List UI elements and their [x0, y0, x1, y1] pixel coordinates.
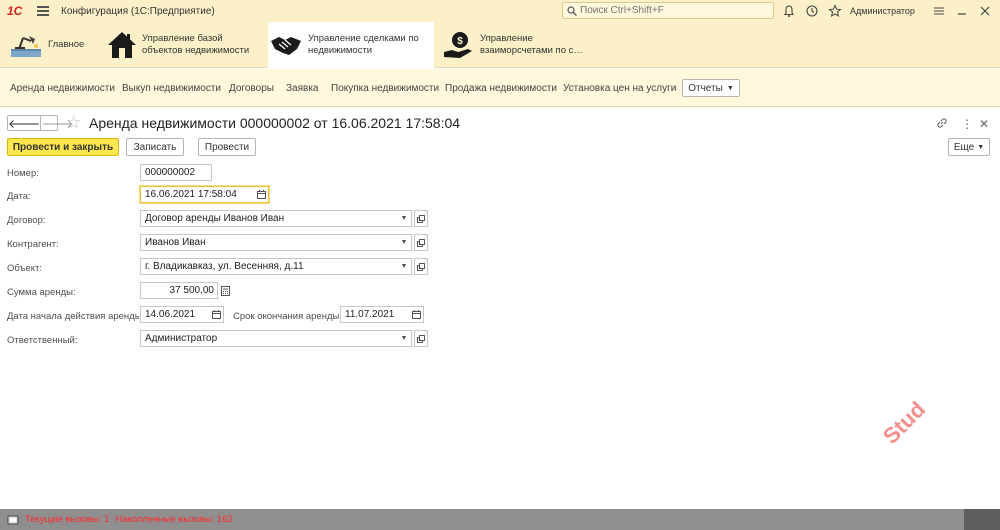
responsible-label: Ответственный: [7, 335, 78, 346]
rent-sum-label: Сумма аренды: [7, 287, 76, 298]
house-icon [106, 27, 138, 63]
object-field[interactable]: г. Владикавказ, ул. Весенняя, д.11 ▼ [140, 258, 412, 275]
end-date-value: 11.07.2021 [345, 309, 395, 320]
favorite-star-icon[interactable]: ☆ [66, 114, 81, 131]
counterparty-field[interactable]: Иванов Иван ▼ [140, 234, 412, 251]
dropdown-arrow-icon[interactable]: ▼ [397, 331, 411, 346]
dropdown-arrow-icon[interactable]: ▼ [397, 235, 411, 250]
chevron-down-icon: ▼ [977, 143, 985, 151]
func-item-rent[interactable]: Аренда недвижимости [10, 83, 115, 94]
calendar-icon[interactable] [254, 187, 268, 202]
form-title: Аренда недвижимости 000000002 от 16.06.2… [89, 115, 461, 131]
object-label: Объект: [7, 263, 42, 274]
responsible-value: Администратор [145, 333, 218, 344]
responsible-field[interactable]: Администратор ▼ [140, 330, 412, 347]
status-bar: Текущие вызовы: 1 Накопленные вызовы: 16… [0, 509, 1000, 530]
counterparty-value: Иванов Иван [145, 237, 206, 248]
hand-money-icon: $ [440, 27, 476, 63]
app-title: Конфигурация (1С:Предприятие) [61, 5, 215, 17]
favorites-star-icon[interactable] [828, 4, 842, 18]
current-calls: Текущие вызовы: 1 [25, 514, 110, 525]
end-date-field[interactable]: 11.07.2021 [340, 306, 424, 323]
section-main-label: Главное [48, 39, 85, 50]
open-object-icon[interactable] [414, 258, 428, 275]
1c-logo: 1С [7, 4, 29, 18]
bell-icon[interactable] [782, 4, 796, 18]
title-bar: 1С Конфигурация (1С:Предприятие) Админис… [0, 0, 1000, 22]
start-date-value: 14.06.2021 [145, 309, 196, 320]
calculator-icon[interactable] [218, 282, 232, 299]
date-label: Дата: [7, 191, 31, 202]
start-date-label: Дата начала действия аренды: [7, 311, 145, 322]
rent-sum-field[interactable]: 37 500,00 [140, 282, 218, 299]
number-field[interactable]: 000000002 [140, 164, 212, 181]
minimize-icon[interactable] [955, 4, 969, 18]
section-property-base-label: Управление базой объектов недвижимости [142, 33, 250, 56]
svg-text:$: $ [457, 36, 463, 47]
func-item-buyout[interactable]: Выкуп недвижимости [122, 83, 221, 94]
end-date-label: Срок окончания аренды: [233, 311, 342, 322]
open-contract-icon[interactable] [414, 210, 428, 227]
chevron-down-icon: ▼ [726, 84, 734, 92]
object-value: г. Владикавказ, ул. Весенняя, д.11 [145, 261, 304, 272]
desk-lamp-icon [8, 27, 44, 63]
username[interactable]: Администратор [850, 6, 915, 16]
history-icon[interactable] [805, 4, 819, 18]
function-panel: Аренда недвижимости Выкуп недвижимости Д… [0, 69, 1000, 107]
search-icon [567, 5, 577, 16]
sections-panel: Главное Управление базой объектов недвиж… [0, 22, 1000, 68]
number-value: 000000002 [145, 167, 196, 178]
back-arrow-icon[interactable]: 🡐 [8, 116, 42, 131]
link-icon[interactable] [936, 117, 948, 129]
more-label: Еще [953, 141, 975, 153]
logo-text: 1С [7, 4, 23, 18]
func-item-purchase[interactable]: Покупка недвижимости [331, 83, 439, 94]
date-field[interactable]: 16.06.2021 17:58:04 [140, 186, 269, 203]
save-button[interactable]: Записать [126, 138, 184, 156]
section-settlements-label: Управление взаиморсчетами по с… [480, 33, 583, 56]
rent-sum-value: 37 500,00 [169, 285, 215, 296]
reports-label: Отчеты [688, 82, 723, 94]
close-icon[interactable] [978, 4, 992, 18]
calendar-icon[interactable] [409, 307, 423, 322]
section-deals[interactable]: Управление сделками по недвижимости [268, 22, 434, 68]
section-main[interactable]: Главное [8, 22, 108, 68]
more-button[interactable]: Еще ▼ [948, 138, 990, 156]
open-counterparty-icon[interactable] [414, 234, 428, 251]
section-property-base[interactable]: Управление базой объектов недвижимости [106, 22, 261, 68]
accumulated-calls: Накопленные вызовы: 162 [115, 514, 233, 525]
dropdown-arrow-icon[interactable]: ▼ [397, 259, 411, 274]
func-item-prices[interactable]: Установка цен на услуги [563, 83, 676, 94]
dropdown-arrow-icon[interactable]: ▼ [397, 211, 411, 226]
post-and-close-button[interactable]: Провести и закрыть [7, 138, 119, 156]
search-box[interactable] [562, 2, 774, 19]
handshake-icon [268, 27, 304, 63]
search-input[interactable] [580, 5, 770, 16]
more-vertical-icon[interactable]: ⋮ [961, 117, 973, 131]
func-item-sale[interactable]: Продажа недвижимости [445, 83, 557, 94]
func-item-contracts[interactable]: Договоры [229, 83, 274, 94]
reports-button[interactable]: Отчеты ▼ [682, 79, 740, 97]
contract-field[interactable]: Договор аренды Иванов Иван ▼ [140, 210, 412, 227]
watermark: Stud [877, 396, 931, 449]
section-settlements[interactable]: $ Управление взаиморсчетами по с… [440, 22, 600, 68]
performance-icon[interactable] [7, 514, 19, 526]
post-button[interactable]: Провести [198, 138, 256, 156]
date-value: 16.06.2021 17:58:04 [145, 189, 237, 200]
func-item-request[interactable]: Заявка [286, 83, 319, 94]
close-form-icon[interactable]: ✕ [979, 117, 989, 131]
open-responsible-icon[interactable] [414, 330, 428, 347]
history-nav: 🡐 🡒 [7, 115, 73, 131]
contract-label: Договор: [7, 215, 46, 226]
settings-lines-icon[interactable] [932, 4, 946, 18]
section-deals-label: Управление сделками по недвижимости [308, 33, 419, 56]
main-menu-icon[interactable] [37, 6, 49, 16]
counterparty-label: Контрагент: [7, 239, 59, 250]
number-label: Номер: [7, 168, 39, 179]
contract-value: Договор аренды Иванов Иван [145, 213, 285, 224]
start-date-field[interactable]: 14.06.2021 [140, 306, 224, 323]
calendar-icon[interactable] [209, 307, 223, 322]
resize-corner[interactable] [964, 509, 1000, 530]
